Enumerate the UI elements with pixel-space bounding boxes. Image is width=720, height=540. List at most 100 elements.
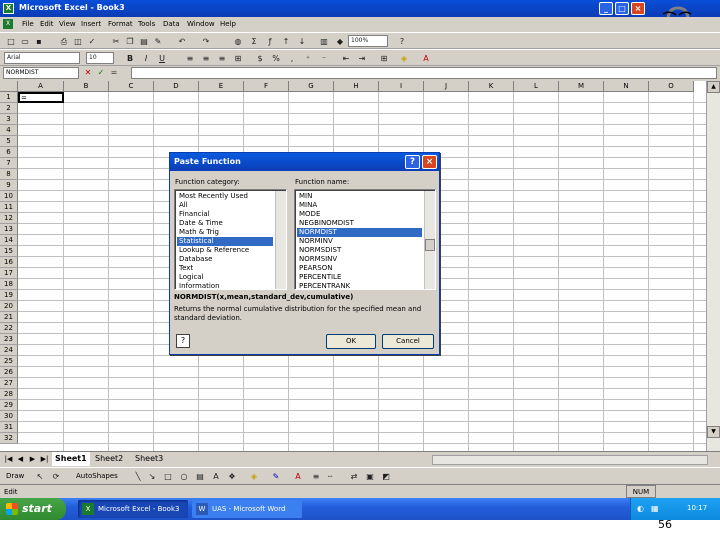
prev-sheet-icon[interactable]: ◀ [16, 454, 25, 464]
horizontal-scrollbar[interactable] [432, 455, 708, 465]
menu-view[interactable]: View [59, 20, 76, 28]
sort-ascending-icon[interactable]: ↑ [280, 36, 292, 47]
category-listbox[interactable]: Most Recently Used All Financial Date & Tim… [174, 189, 287, 290]
zoom-dropdown[interactable]: 100% [348, 35, 388, 47]
arrow-style-icon[interactable]: ⇄ [348, 471, 360, 482]
function-item[interactable]: NORMDIST [297, 228, 422, 237]
currency-icon[interactable]: $ [254, 53, 266, 64]
last-sheet-icon[interactable]: ▶| [40, 454, 49, 464]
tab-sheet2[interactable]: Sheet2 [92, 452, 126, 466]
column-header-a[interactable]: A [18, 81, 64, 92]
category-item[interactable]: Information [177, 282, 273, 289]
active-cell-a1[interactable]: = [18, 92, 64, 103]
hyperlink-icon[interactable]: ◍ [232, 36, 244, 47]
row-header-13[interactable]: 13 [0, 224, 18, 235]
wordart-icon[interactable]: A [210, 471, 222, 482]
line-icon[interactable]: ╲ [132, 471, 144, 482]
oval-icon[interactable]: ○ [178, 471, 190, 482]
edit-formula-icon[interactable]: = [108, 67, 120, 78]
column-header-f[interactable]: F [244, 81, 289, 92]
redo-icon[interactable]: ↷ [200, 36, 212, 47]
dialog-close-button[interactable]: × [422, 155, 437, 169]
function-item[interactable]: NORMINV [297, 237, 422, 246]
column-header-m[interactable]: M [559, 81, 604, 92]
column-header-b[interactable]: B [64, 81, 109, 92]
font-color-draw-icon[interactable]: A [292, 471, 304, 482]
enter-entry-icon[interactable]: ✓ [95, 67, 107, 78]
close-button[interactable]: × [631, 2, 645, 15]
task-word[interactable]: W UAS - Microsoft Word [192, 500, 302, 518]
row-header-8[interactable]: 8 [0, 169, 18, 180]
print-icon[interactable]: ⎙ [58, 36, 70, 47]
underline-icon[interactable]: U [156, 53, 168, 64]
function-item[interactable]: NORMSDIST [297, 246, 422, 255]
next-sheet-icon[interactable]: ▶ [28, 454, 37, 464]
row-header-23[interactable]: 23 [0, 334, 18, 345]
row-header-14[interactable]: 14 [0, 235, 18, 246]
row-header-6[interactable]: 6 [0, 147, 18, 158]
3d-icon[interactable]: ◩ [380, 471, 392, 482]
draw-menu-button[interactable]: Draw [6, 472, 24, 480]
clipart-icon[interactable]: ❖ [226, 471, 238, 482]
column-header-k[interactable]: K [469, 81, 514, 92]
row-header-9[interactable]: 9 [0, 180, 18, 191]
minimize-button[interactable]: _ [599, 2, 613, 15]
row-header-27[interactable]: 27 [0, 378, 18, 389]
line-style-icon[interactable]: ≡ [310, 471, 322, 482]
bold-icon[interactable]: B [124, 53, 136, 64]
row-header-12[interactable]: 12 [0, 213, 18, 224]
row-header-5[interactable]: 5 [0, 136, 18, 147]
category-item[interactable]: All [177, 201, 273, 210]
help-icon[interactable]: ? [396, 36, 408, 47]
column-header-o[interactable]: O [649, 81, 694, 92]
ok-button[interactable]: OK [326, 334, 376, 349]
paste-icon[interactable]: ▤ [138, 36, 150, 47]
comma-icon[interactable]: , [286, 53, 298, 64]
function-scroll-thumb[interactable] [425, 239, 435, 251]
decrease-indent-icon[interactable]: ⇤ [340, 53, 352, 64]
category-item[interactable]: Date & Time [177, 219, 273, 228]
function-item[interactable]: MODE [297, 210, 422, 219]
row-header-15[interactable]: 15 [0, 246, 18, 257]
line-color-icon[interactable]: ✎ [270, 471, 282, 482]
volume-icon[interactable]: ◐ [637, 504, 644, 513]
vertical-scrollbar[interactable]: ▲ ▼ [706, 81, 720, 451]
column-header-c[interactable]: C [109, 81, 154, 92]
maximize-button[interactable]: □ [615, 2, 629, 15]
undo-icon[interactable]: ↶ [176, 36, 188, 47]
align-right-icon[interactable]: ≡ [216, 53, 228, 64]
column-header-i[interactable]: I [379, 81, 424, 92]
cancel-button[interactable]: Cancel [382, 334, 434, 349]
sort-descending-icon[interactable]: ↓ [296, 36, 308, 47]
borders-icon[interactable]: ⊞ [378, 53, 390, 64]
save-icon[interactable]: ▪ [33, 36, 45, 47]
menu-tools[interactable]: Tools [138, 20, 155, 28]
align-left-icon[interactable]: ≡ [184, 53, 196, 64]
fill-color-icon[interactable]: ◈ [398, 53, 410, 64]
cancel-entry-icon[interactable]: ✕ [82, 67, 94, 78]
category-item[interactable]: Most Recently Used [177, 192, 273, 201]
column-header-d[interactable]: D [154, 81, 199, 92]
autoshapes-button[interactable]: AutoShapes [76, 472, 118, 480]
function-item[interactable]: MINA [297, 201, 422, 210]
percent-icon[interactable]: % [270, 53, 282, 64]
function-item[interactable]: NEGBINOMDIST [297, 219, 422, 228]
spelling-icon[interactable]: ✓ [86, 36, 98, 47]
start-button[interactable]: start [0, 498, 66, 520]
row-header-10[interactable]: 10 [0, 191, 18, 202]
column-header-j[interactable]: J [424, 81, 469, 92]
scroll-down-icon[interactable]: ▼ [707, 426, 720, 438]
row-header-11[interactable]: 11 [0, 202, 18, 213]
function-item[interactable]: MIN [297, 192, 422, 201]
drawing-icon[interactable]: ◆ [334, 36, 346, 47]
clock[interactable]: 10:17 [687, 504, 707, 512]
open-icon[interactable]: ▭ [19, 36, 31, 47]
autosum-icon[interactable]: Σ [248, 36, 260, 47]
menu-format[interactable]: Format [108, 20, 133, 28]
first-sheet-icon[interactable]: |◀ [4, 454, 13, 464]
tab-sheet3[interactable]: Sheet3 [132, 452, 166, 466]
function-item[interactable]: PERCENTILE [297, 273, 422, 282]
column-header-l[interactable]: L [514, 81, 559, 92]
column-header-e[interactable]: E [199, 81, 244, 92]
excel-app-icon[interactable]: X [3, 3, 14, 14]
